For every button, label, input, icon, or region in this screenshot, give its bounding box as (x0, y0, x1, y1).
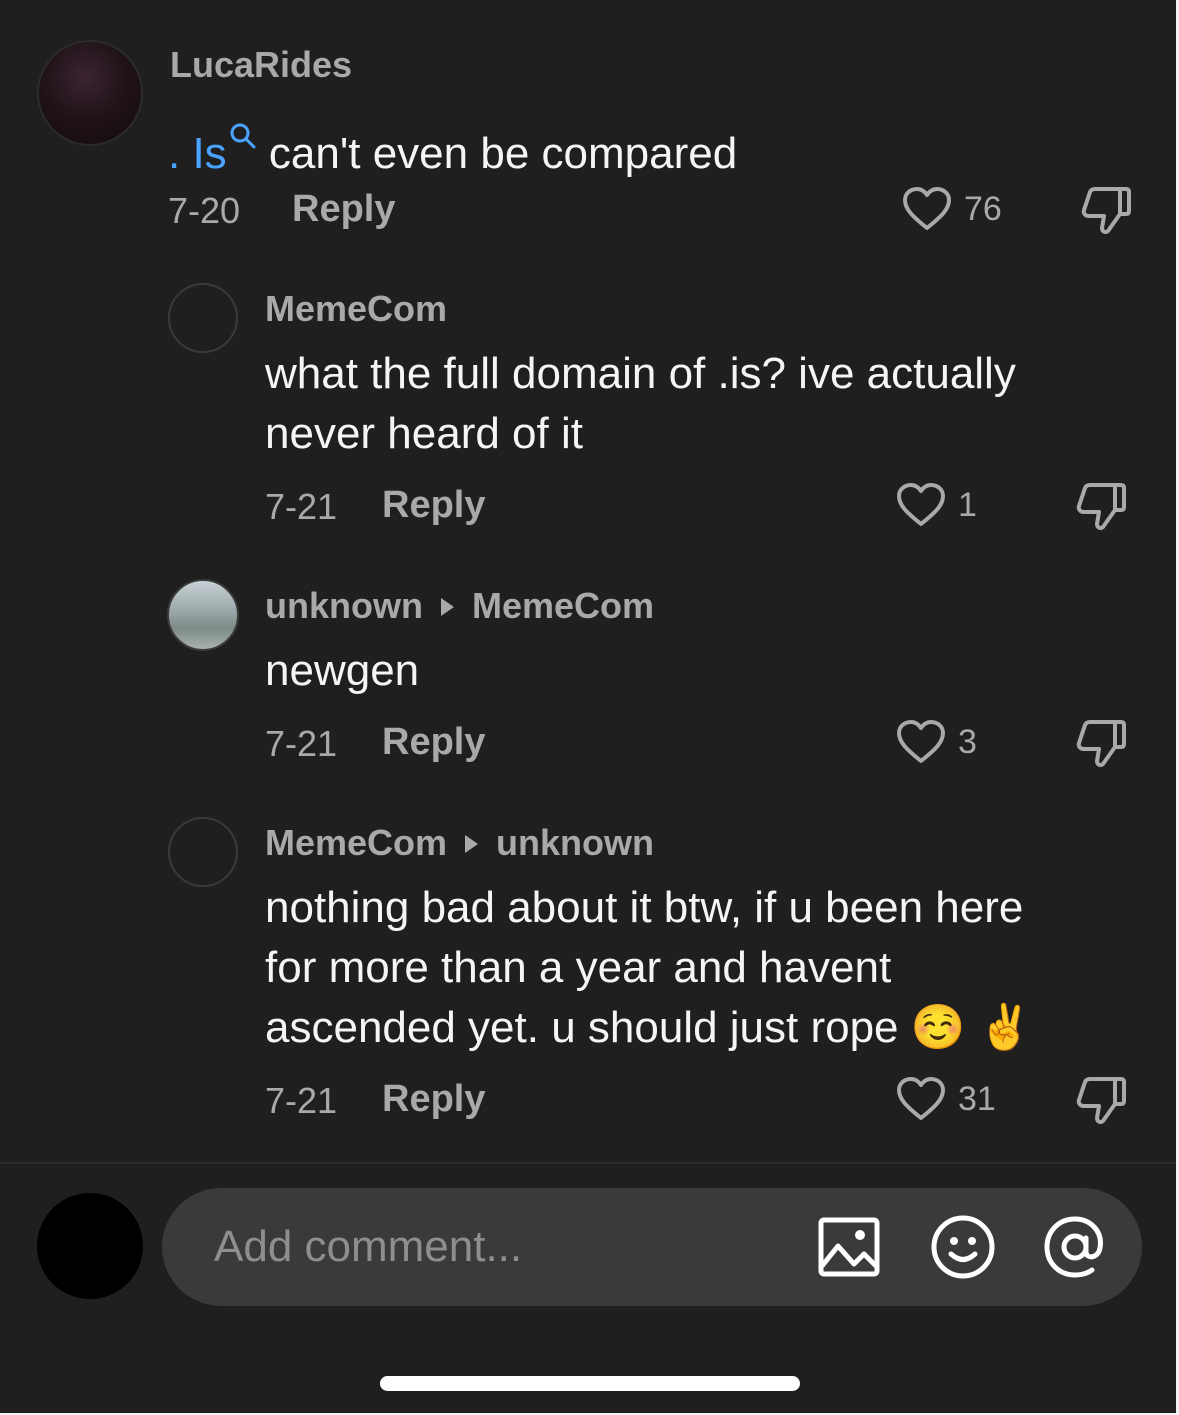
comment-text-line: ascended yet. u should just rope ☺️ ✌️ (265, 1003, 1033, 1052)
comment-author[interactable]: unknown (265, 585, 423, 626)
comment-author[interactable]: LucaRides (170, 44, 352, 86)
dislike-button[interactable] (1075, 482, 1127, 537)
avatar[interactable] (37, 40, 143, 146)
heart-icon (897, 1077, 945, 1120)
comment-author[interactable]: MemeCom (265, 822, 447, 863)
emoji-icon[interactable] (930, 1214, 996, 1285)
like-count: 76 (964, 189, 1002, 228)
comment-text-line: for more than a year and havent (265, 943, 892, 992)
thumbs-down-icon (1076, 1077, 1126, 1124)
comment-date: 7-21 (265, 723, 338, 764)
comment-date: 7-20 (168, 190, 241, 231)
like-button[interactable]: 76 (902, 186, 1002, 232)
reply-arrow-icon (465, 835, 479, 853)
dislike-button[interactable] (1075, 1076, 1127, 1131)
search-link[interactable]: . Is (168, 123, 257, 178)
comments-screen: LucaRides . Is can't even be compared 7-… (0, 0, 1176, 1413)
comment-text: nothing bad about it btw, if u been here… (265, 878, 1033, 1058)
thumbs-down-icon (1076, 720, 1126, 767)
comment-input-placeholder: Add comment... (214, 1222, 523, 1271)
search-link-label: . Is (168, 129, 227, 178)
heart-icon (903, 187, 951, 230)
comment-text-body: can't even be compared (268, 129, 738, 178)
comment-input[interactable]: Add comment... (162, 1188, 1142, 1306)
comment-author-row: unknown MemeCom (265, 585, 654, 627)
like-button[interactable]: 31 (896, 1076, 996, 1122)
reply-button[interactable]: Reply (382, 721, 485, 764)
comment-text: . Is can't even be compared (168, 106, 737, 184)
comment-date: 7-21 (265, 1080, 338, 1121)
like-count: 1 (958, 485, 977, 524)
home-indicator[interactable] (380, 1376, 800, 1391)
avatar[interactable] (167, 579, 239, 651)
like-button[interactable]: 3 (896, 719, 977, 765)
reply-arrow-icon (440, 598, 454, 616)
comment-text: newgen (265, 646, 420, 695)
current-user-avatar[interactable] (37, 1193, 143, 1299)
search-icon (229, 106, 257, 166)
like-count: 3 (958, 722, 977, 761)
like-button[interactable]: 1 (896, 482, 977, 528)
divider (0, 1162, 1176, 1164)
comment-text-line: nothing bad about it btw, if u been here (265, 883, 1024, 932)
thumbs-down-icon (1076, 483, 1126, 530)
comment-author[interactable]: MemeCom (265, 288, 447, 330)
avatar[interactable] (168, 817, 238, 887)
avatar[interactable] (168, 283, 238, 353)
thumbs-down-icon (1081, 187, 1131, 234)
comment-date: 7-21 (265, 486, 338, 527)
heart-icon (897, 483, 945, 526)
comment-text-line: what the full domain of .is? ive actuall… (265, 349, 1016, 398)
comment-text-line: never heard of it (265, 409, 583, 458)
reply-button[interactable]: Reply (382, 484, 485, 527)
comment-text: what the full domain of .is? ive actuall… (265, 344, 1016, 464)
reply-to-author[interactable]: unknown (496, 822, 654, 863)
reply-to-author[interactable]: MemeCom (472, 585, 654, 626)
dislike-button[interactable] (1075, 719, 1127, 774)
dislike-button[interactable] (1080, 186, 1132, 241)
mention-icon[interactable] (1042, 1214, 1108, 1285)
like-count: 31 (958, 1079, 996, 1118)
heart-icon (897, 720, 945, 763)
reply-button[interactable]: Reply (292, 188, 395, 231)
comment-author-row: MemeCom unknown (265, 822, 654, 864)
reply-button[interactable]: Reply (382, 1078, 485, 1121)
image-icon[interactable] (818, 1216, 880, 1283)
